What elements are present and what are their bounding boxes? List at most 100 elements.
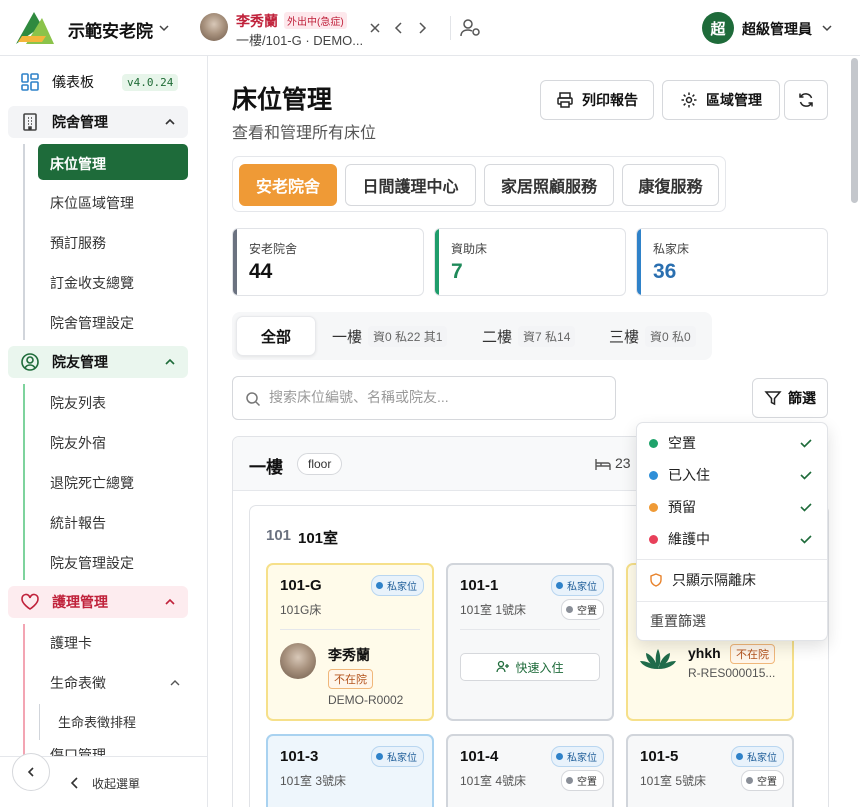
user-circle-icon xyxy=(21,353,39,371)
search-icon xyxy=(246,392,261,407)
resident-avatar[interactable] xyxy=(200,13,228,41)
tab-floor-1[interactable]: 一樓 資0 私22 其1 xyxy=(332,316,448,356)
chevron-up-icon[interactable] xyxy=(164,596,176,608)
sidebar-item-vitals[interactable]: 生命表徵 xyxy=(50,673,106,693)
bed-type-badge: 私家位 xyxy=(551,746,604,767)
resident-name[interactable]: 李秀蘭 xyxy=(236,11,278,31)
bed-subtitle: 101室 5號床 xyxy=(640,774,707,788)
resident-location: 一樓/101-G · DEMO... xyxy=(236,33,364,48)
sidebar-group-nursing[interactable]: 護理管理 xyxy=(8,586,188,618)
bed-id: 101-4 xyxy=(460,748,499,765)
bed-id: 101-G xyxy=(280,577,322,594)
sidebar-item-discharge[interactable]: 退院死亡總覽 xyxy=(50,473,134,493)
quick-checkin-button[interactable]: 快速入住 xyxy=(460,653,600,681)
filter-option-vacant[interactable]: 空置 xyxy=(637,427,827,459)
resident-status-badge: 外出中(急症) xyxy=(284,12,347,29)
search-box[interactable] xyxy=(232,376,616,420)
resident-name: yhkh xyxy=(688,645,721,661)
collapse-sidebar-button[interactable] xyxy=(12,753,50,791)
floor-tag: floor xyxy=(297,453,343,475)
chevron-up-icon[interactable] xyxy=(169,677,181,689)
chevron-up-icon[interactable] xyxy=(164,356,176,368)
printer-icon xyxy=(557,92,573,108)
sidebar-item-resident-settings[interactable]: 院友管理設定 xyxy=(50,553,134,573)
chevron-down-icon[interactable] xyxy=(822,23,832,33)
stat-card-subsidised: 資助床 7 xyxy=(434,228,626,296)
zone-management-button[interactable]: 區域管理 xyxy=(662,80,780,120)
filter-option-occupied[interactable]: 已入住 xyxy=(637,459,827,491)
bed-card[interactable]: 101-4 101室 4號床 私家位 空置 xyxy=(446,734,614,807)
check-icon xyxy=(800,471,812,480)
status-dot xyxy=(649,534,658,544)
tree-line xyxy=(23,624,25,764)
room-name: 101室 xyxy=(298,530,339,547)
page-subtitle: 查看和管理所有床位 xyxy=(232,125,377,142)
filter-option-quarantine[interactable]: 只顯示隔離床 xyxy=(637,564,827,596)
filter-button[interactable]: 篩選 xyxy=(752,378,828,418)
bed-card[interactable]: 101-5 101室 5號床 私家位 空置 xyxy=(626,734,794,807)
tab-rehab[interactable]: 康復服務 xyxy=(622,164,719,206)
chevron-left-icon xyxy=(27,767,34,777)
bed-subtitle: 101G床 xyxy=(280,603,322,617)
sidebar-item-deposits[interactable]: 訂金收支總覽 xyxy=(50,273,134,293)
heart-icon xyxy=(21,593,39,610)
check-icon xyxy=(800,439,812,448)
bed-state-badge: 空置 xyxy=(741,770,784,791)
gear-icon xyxy=(681,92,697,108)
filter-option-maintenance[interactable]: 維護中 xyxy=(637,523,827,555)
filter-option-reserved[interactable]: 預留 xyxy=(637,491,827,523)
sidebar-item-booking[interactable]: 預訂服務 xyxy=(50,233,106,253)
tab-floor-all[interactable]: 全部 xyxy=(236,316,316,356)
refresh-button[interactable] xyxy=(784,80,828,120)
sidebar-group-facility[interactable]: 院舍管理 xyxy=(8,106,188,138)
sidebar-item-resident-leave[interactable]: 院友外宿 xyxy=(50,433,106,453)
admin-name[interactable]: 超級管理員 xyxy=(742,19,812,39)
sidebar-group-residents[interactable]: 院友管理 xyxy=(8,346,188,378)
search-input[interactable] xyxy=(269,389,599,405)
chevron-down-icon[interactable] xyxy=(159,23,169,33)
print-report-button[interactable]: 列印報告 xyxy=(540,80,654,120)
page-title: 床位管理 xyxy=(232,86,333,114)
chevron-left-icon[interactable] xyxy=(70,777,80,789)
sidebar-item-facility-settings[interactable]: 院舍管理設定 xyxy=(50,313,134,333)
admin-avatar[interactable]: 超 xyxy=(702,12,734,44)
org-name[interactable]: 示範安老院 xyxy=(68,17,153,42)
bed-card[interactable]: 101-3 101室 3號床 私家位 xyxy=(266,734,434,807)
sidebar-item-bed-management[interactable]: 床位管理 xyxy=(38,144,188,180)
tab-home-care[interactable]: 家居照顧服務 xyxy=(484,164,614,206)
sidebar-item-resident-list[interactable]: 院友列表 xyxy=(50,393,106,413)
tab-floor-2[interactable]: 二樓 資7 私14 xyxy=(482,316,576,356)
user-settings-icon[interactable] xyxy=(460,17,482,39)
top-bar: 示範安老院 李秀蘭 外出中(急症) 一樓/101-G · DEMO... 超 超… xyxy=(0,0,860,56)
divider xyxy=(637,601,827,602)
tab-care-home[interactable]: 安老院舍 xyxy=(239,164,337,206)
tree-line xyxy=(39,704,40,740)
reset-filter-button[interactable]: 重置篩選 xyxy=(637,605,827,637)
sidebar-item-bed-zones[interactable]: 床位區域管理 xyxy=(50,193,134,213)
version-badge: v4.0.24 xyxy=(122,74,179,91)
status-dot xyxy=(649,470,658,480)
bed-subtitle: 101室 3號床 xyxy=(280,774,347,788)
chevron-left-icon[interactable] xyxy=(391,20,407,36)
tree-line xyxy=(23,144,25,340)
tree-line xyxy=(23,384,25,580)
close-icon[interactable] xyxy=(367,20,383,36)
sidebar-item-wounds[interactable]: 傷口管理 xyxy=(50,748,106,756)
tab-day-care[interactable]: 日間護理中心 xyxy=(345,164,476,206)
bed-card[interactable]: 101-G 101G床 私家位 李秀蘭 不在院 DEMO-R0002 xyxy=(266,563,434,721)
chevron-up-icon[interactable] xyxy=(164,116,176,128)
bed-card[interactable]: 101-1 101室 1號床 私家位 空置 快速入住 xyxy=(446,563,614,721)
scrollbar-thumb[interactable] xyxy=(851,58,858,203)
sidebar-item-stats[interactable]: 統計報告 xyxy=(50,513,106,533)
resident-code: R-RES000015... xyxy=(688,666,776,680)
chevron-right-icon[interactable] xyxy=(414,20,430,36)
bed-icon xyxy=(595,459,611,470)
sidebar-item-vitals-schedule[interactable]: 生命表徵排程 xyxy=(58,712,136,731)
collapse-menu-label[interactable]: 收起選單 xyxy=(92,775,140,792)
check-icon xyxy=(800,535,812,544)
stat-card-total: 安老院舍 44 xyxy=(232,228,424,296)
sidebar-group-label: 護理管理 xyxy=(52,594,108,610)
tab-floor-3[interactable]: 三樓 資0 私0 xyxy=(609,316,696,356)
floor-bed-count: 23 xyxy=(615,455,631,471)
sidebar-item-care-card[interactable]: 護理卡 xyxy=(50,633,92,653)
